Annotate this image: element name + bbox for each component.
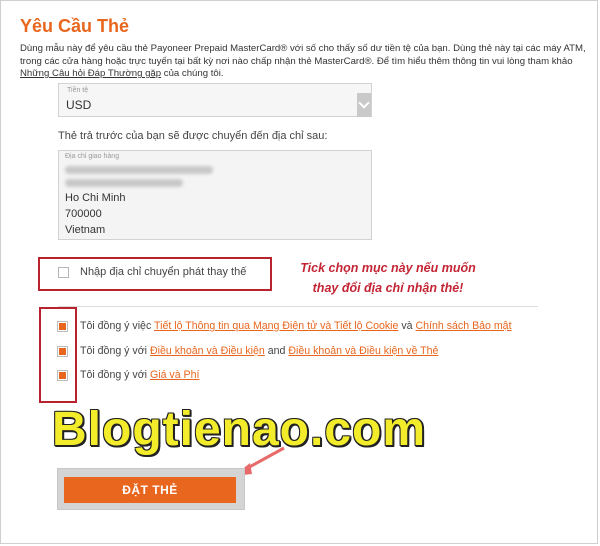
redacted-address-line — [65, 179, 183, 187]
agree-privacy-row: Tôi đồng ý việc Tiết lộ Thông tin qua Mạ… — [80, 320, 512, 332]
submit-button-wrapper: ĐẶT THẺ — [57, 468, 245, 510]
intro-body: Dùng mẫu này để yêu cầu thẻ Payoneer Pre… — [20, 43, 586, 67]
agree-terms-checkbox[interactable] — [57, 346, 68, 357]
redacted-address-line — [65, 166, 213, 174]
annotation-line-2: thay đổi địa chỉ nhận thẻ! — [312, 281, 464, 295]
divider — [58, 306, 538, 307]
agree-conjunction: and — [267, 345, 286, 357]
agree-prefix: Tôi đồng ý việc — [80, 320, 152, 332]
privacy-policy-link[interactable]: Chính sách Bảo mật — [416, 320, 512, 332]
intro-tail: của chúng tôi. — [163, 68, 224, 79]
agree-prefix: Tôi đồng ý với — [80, 345, 148, 357]
shipping-address-label: Địa chỉ giao hàng — [65, 153, 120, 160]
shipping-address-field: Địa chỉ giao hàng Ho Chi Minh 700000 Vie… — [58, 150, 372, 240]
agree-fees-row: Tôi đồng ý với Giá và Phí — [80, 369, 199, 381]
currency-select[interactable]: Tiền tệ USD — [58, 83, 372, 117]
agree-privacy-checkbox[interactable] — [57, 321, 68, 332]
currency-value: USD — [66, 98, 92, 112]
annotation-line-1: Tick chọn mục này nếu muốn — [300, 261, 476, 275]
address-country: Vietnam — [65, 224, 106, 236]
intro-text: Dùng mẫu này để yêu cầu thẻ Payoneer Pre… — [20, 43, 586, 81]
address-notice: Thẻ trả trước của bạn sẽ được chuyển đến… — [58, 130, 328, 142]
disclosure-link[interactable]: Tiết lộ Thông tin qua Mạng Điện tử và Ti… — [154, 320, 398, 332]
terms-link[interactable]: Điều khoản và Điều kiện — [150, 345, 265, 357]
chevron-down-icon[interactable] — [357, 93, 371, 117]
order-card-button[interactable]: ĐẶT THẺ — [64, 477, 236, 503]
agree-prefix: Tôi đồng ý với — [80, 369, 148, 381]
faq-link[interactable]: Những Câu hỏi Đáp Thường gặp — [20, 68, 161, 79]
alt-address-label: Nhập địa chỉ chuyển phát thay thế — [80, 266, 247, 278]
currency-label: Tiền tệ — [67, 87, 89, 94]
alt-address-checkbox[interactable] — [58, 267, 69, 278]
card-terms-link[interactable]: Điều khoản và Điều kiện về Thẻ — [288, 345, 438, 357]
agree-terms-row: Tôi đồng ý với Điều khoản và Điều kiện a… — [80, 345, 438, 357]
page-title: Yêu Cầu Thẻ — [20, 16, 130, 36]
fees-link[interactable]: Giá và Phí — [150, 369, 199, 381]
address-city: Ho Chi Minh — [65, 192, 126, 204]
annotation-text: Tick chọn mục này nếu muốn thay đổi địa … — [278, 258, 498, 298]
agree-conjunction: và — [401, 320, 413, 332]
agree-fees-checkbox[interactable] — [57, 370, 68, 381]
address-postal-code: 700000 — [65, 208, 102, 220]
